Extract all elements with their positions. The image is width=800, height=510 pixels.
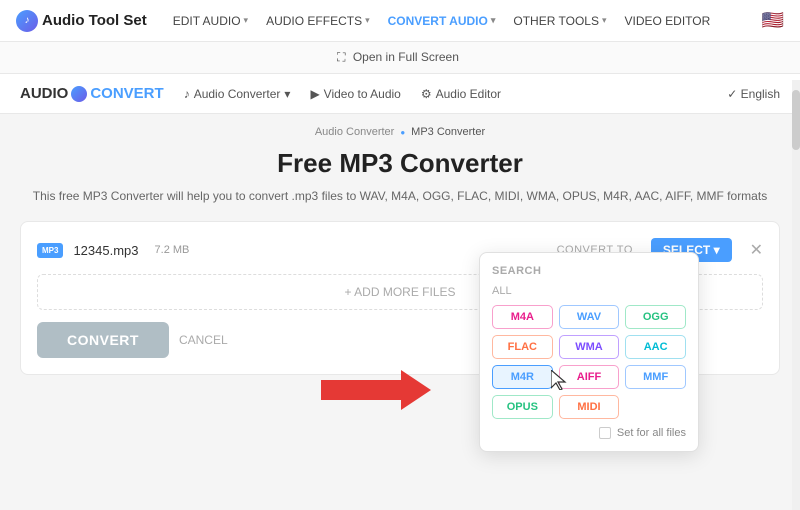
format-m4r[interactable]: M4R bbox=[492, 365, 553, 389]
nav-audio-effects[interactable]: AUDIO EFFECTS▾ bbox=[266, 14, 370, 28]
scrollbar-track bbox=[792, 80, 800, 510]
breadcrumb: Audio Converter ● MP3 Converter bbox=[20, 126, 780, 138]
file-name: 12345.mp3 bbox=[73, 243, 138, 258]
cancel-link[interactable]: CANCEL bbox=[179, 333, 228, 347]
breadcrumb-parent[interactable]: Audio Converter bbox=[315, 126, 395, 138]
page-title: Free MP3 Converter bbox=[20, 148, 780, 179]
main-content: Audio Converter ● MP3 Converter Free MP3… bbox=[0, 114, 800, 387]
logo-icon: ♪ bbox=[16, 10, 38, 32]
inner-nav: AUDIO CONVERT ♪ Audio Converter ▾ ▶ Vide… bbox=[0, 74, 800, 114]
inner-logo: AUDIO CONVERT bbox=[20, 85, 164, 102]
inner-nav-audio-editor[interactable]: ⚙ Audio Editor bbox=[421, 87, 501, 101]
inner-nav-video-to-audio[interactable]: ▶ Video to Audio bbox=[310, 87, 400, 101]
highlight-arrow bbox=[321, 370, 431, 415]
format-flac[interactable]: FLAC bbox=[492, 335, 553, 359]
remove-file-button[interactable]: ✕ bbox=[750, 240, 763, 260]
format-wma[interactable]: WMA bbox=[559, 335, 620, 359]
settings-icon: ⚙ bbox=[421, 87, 432, 101]
inner-logo-convert: CONVERT bbox=[90, 85, 163, 102]
fullscreen-bar[interactable]: ⛶ Open in Full Screen bbox=[0, 42, 800, 74]
nav-other-tools[interactable]: OTHER TOOLS▾ bbox=[513, 14, 606, 28]
chevron-down-icon: ▾ bbox=[284, 87, 290, 101]
logo-text: Audio Tool Set bbox=[42, 12, 147, 29]
search-label: SEARCH bbox=[492, 265, 686, 277]
file-size: 7.2 MB bbox=[155, 244, 190, 256]
inner-logo-icon bbox=[71, 86, 87, 102]
set-for-all-row: Set for all files bbox=[492, 427, 686, 439]
nav-convert-audio[interactable]: CONVERT AUDIO▾ bbox=[388, 14, 496, 28]
logo: ♪ Audio Tool Set bbox=[16, 10, 147, 32]
scrollbar-thumb[interactable] bbox=[792, 90, 800, 150]
format-grid: M4A WAV OGG FLAC WMA AAC M4R AIFF MMF OP… bbox=[492, 305, 686, 419]
format-m4a[interactable]: M4A bbox=[492, 305, 553, 329]
format-wav[interactable]: WAV bbox=[559, 305, 620, 329]
video-icon: ▶ bbox=[310, 87, 319, 101]
set-for-all-checkbox[interactable] bbox=[599, 427, 611, 439]
set-for-all-label: Set for all files bbox=[617, 427, 686, 439]
all-label: ALL bbox=[492, 285, 686, 297]
music-icon: ♪ bbox=[184, 87, 190, 101]
format-mmf[interactable]: MMF bbox=[625, 365, 686, 389]
inner-nav-audio-converter[interactable]: ♪ Audio Converter ▾ bbox=[184, 87, 291, 101]
breadcrumb-separator: ● bbox=[400, 128, 405, 137]
breadcrumb-current: MP3 Converter bbox=[411, 126, 485, 138]
file-format-badge: MP3 bbox=[37, 243, 63, 258]
converter-card: MP3 12345.mp3 7.2 MB CONVERT TO SELECT ▾… bbox=[20, 221, 780, 375]
nav-edit-audio[interactable]: EDIT AUDIO▾ bbox=[173, 14, 248, 28]
language-flag: 🇺🇸 bbox=[762, 10, 784, 31]
format-midi[interactable]: MIDI bbox=[559, 395, 620, 419]
format-aac[interactable]: AAC bbox=[625, 335, 686, 359]
page-description: This free MP3 Converter will help you to… bbox=[20, 187, 780, 205]
top-nav: ♪ Audio Tool Set EDIT AUDIO▾ AUDIO EFFEC… bbox=[0, 0, 800, 42]
format-ogg[interactable]: OGG bbox=[625, 305, 686, 329]
fullscreen-icon: ⛶ bbox=[337, 50, 345, 64]
format-dropdown-panel: SEARCH ALL M4A WAV OGG FLAC WMA AAC M4R … bbox=[479, 252, 699, 452]
format-aiff[interactable]: AIFF bbox=[559, 365, 620, 389]
nav-video-editor[interactable]: VIDEO EDITOR bbox=[624, 14, 710, 28]
convert-button[interactable]: CONVERT bbox=[37, 322, 169, 358]
language-selector[interactable]: ✓ English bbox=[727, 87, 780, 101]
fullscreen-label: Open in Full Screen bbox=[353, 50, 459, 64]
inner-logo-audio: AUDIO bbox=[20, 85, 68, 102]
format-opus[interactable]: OPUS bbox=[492, 395, 553, 419]
